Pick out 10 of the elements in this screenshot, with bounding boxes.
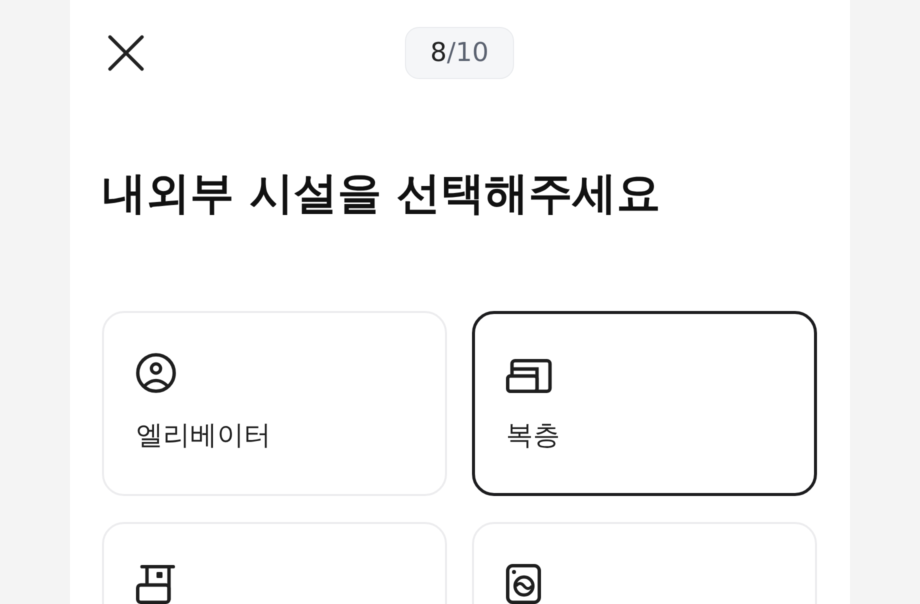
user-circle-icon [136,353,176,393]
storage-boxes-icon [136,565,175,604]
progress-counter: 8/10 [405,27,514,79]
stairs-icon [506,359,552,393]
close-icon [108,35,144,71]
close-button[interactable] [108,35,144,71]
page-title: 내외부 시설을 선택해주세요 [102,168,662,220]
facility-option[interactable]: 엘리베이터 [102,311,447,496]
facility-option[interactable]: 복층 [472,311,817,496]
washing-machine-icon [506,564,541,604]
